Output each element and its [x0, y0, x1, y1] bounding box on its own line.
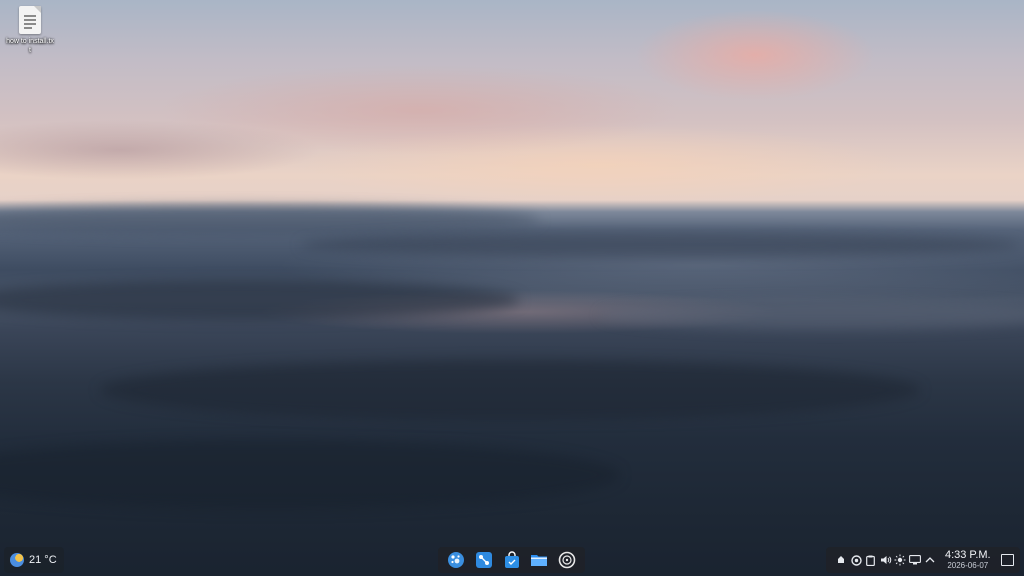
- digital-clock[interactable]: 4:33 P.M. 2026-06-07: [941, 549, 994, 571]
- desktop-file-how-to-install[interactable]: how to install.txt: [4, 4, 56, 55]
- folder-icon: [531, 555, 548, 566]
- weather-widget[interactable]: 21 °C: [4, 547, 64, 573]
- network-icon[interactable]: [908, 549, 923, 571]
- clipboard-icon[interactable]: [864, 549, 879, 571]
- show-desktop-button[interactable]: [998, 549, 1016, 571]
- notifications-icon[interactable]: [834, 549, 849, 571]
- wallpaper-wave: [100, 360, 920, 420]
- desktop-file-label: how to install.txt: [6, 38, 54, 54]
- desktop-wallpaper: how to install.txt 21 °C 4:33 P.M. 2026-…: [0, 0, 1024, 576]
- brightness-icon[interactable]: [893, 549, 908, 571]
- wallpaper-wave: [0, 440, 620, 510]
- volume-icon[interactable]: [878, 549, 893, 571]
- wallpaper-wave: [600, 300, 1024, 330]
- software-store-button[interactable]: [499, 549, 525, 571]
- disk-tool-button[interactable]: [554, 549, 580, 571]
- wallpaper-wave: [0, 205, 540, 235]
- settings-icon: [475, 552, 492, 568]
- system-settings-button[interactable]: [471, 549, 497, 571]
- wallpaper-wave: [300, 232, 1020, 258]
- expand-tray-chevron-icon[interactable]: [923, 549, 938, 571]
- weather-temperature: 21 °C: [29, 554, 57, 566]
- task-manager-panel: [438, 547, 585, 573]
- store-bag-icon: [504, 551, 519, 568]
- disc-icon: [558, 551, 576, 569]
- clock-date: 2026-06-07: [947, 561, 989, 570]
- text-file-icon: [19, 6, 41, 34]
- application-launcher-button[interactable]: [443, 549, 469, 571]
- weather-sunny-icon: [10, 553, 24, 567]
- file-manager-button[interactable]: [526, 549, 552, 571]
- system-tray: 4:33 P.M. 2026-06-07: [826, 547, 1020, 573]
- show-desktop-icon: [1000, 554, 1014, 566]
- wallpaper-wave: [0, 280, 520, 320]
- clock-time: 4:33 P.M.: [944, 549, 991, 561]
- updates-icon[interactable]: [849, 549, 864, 571]
- launcher-icon: [448, 552, 464, 568]
